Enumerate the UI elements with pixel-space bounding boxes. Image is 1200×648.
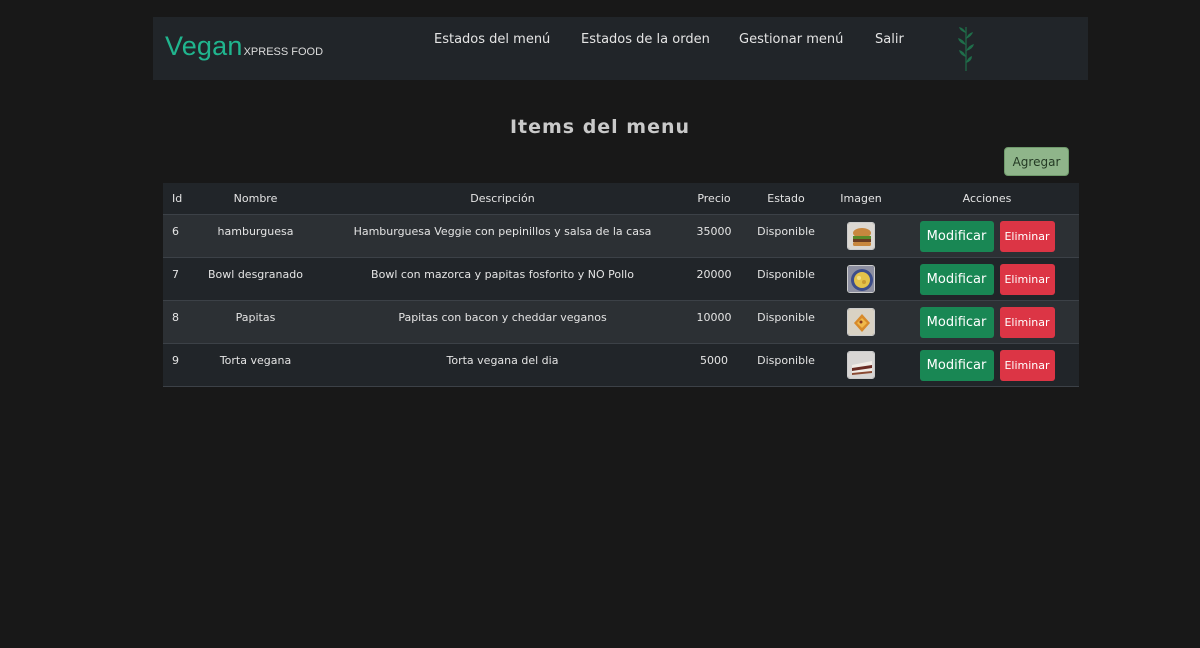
table-row: 8 Papitas Papitas con bacon y cheddar ve… <box>163 300 1079 344</box>
cell-actions: Modificar Eliminar <box>895 257 1079 301</box>
table-row: 6 hamburguesa Hamburguesa Veggie con pep… <box>163 214 1079 258</box>
delete-button[interactable]: Eliminar <box>999 349 1055 381</box>
cell-actions: Modificar Eliminar <box>895 214 1079 258</box>
modify-button[interactable]: Modificar <box>919 220 994 252</box>
fries-thumbnail <box>847 307 875 336</box>
header-image: Imagen <box>827 183 895 215</box>
brand-name: Vegan <box>165 31 243 61</box>
menu-items-table: Id Nombre Descripción Precio Estado Imag… <box>163 183 1079 387</box>
cell-actions: Modificar Eliminar <box>895 343 1079 387</box>
cell-description: Papitas con bacon y cheddar veganos <box>322 300 683 344</box>
modify-button[interactable]: Modificar <box>919 306 994 338</box>
header-actions: Acciones <box>895 183 1079 215</box>
page-title: Items del menu <box>509 116 691 138</box>
cell-status: Disponible <box>745 343 827 387</box>
herb-leaf-icon <box>954 23 978 73</box>
cell-name: Bowl desgranado <box>189 257 322 301</box>
header-name: Nombre <box>189 183 322 215</box>
cell-status: Disponible <box>745 257 827 301</box>
cell-image <box>827 343 895 387</box>
delete-button[interactable]: Eliminar <box>999 263 1055 295</box>
header-status: Estado <box>745 183 827 215</box>
cell-name: Papitas <box>189 300 322 344</box>
cell-actions: Modificar Eliminar <box>895 300 1079 344</box>
nav-link-order-states[interactable]: Estados de la orden <box>581 32 710 47</box>
cell-name: Torta vegana <box>189 343 322 387</box>
cell-price: 20000 <box>683 257 745 301</box>
cell-id: 7 <box>163 257 189 301</box>
cell-image <box>827 300 895 344</box>
cell-description: Bowl con mazorca y papitas fosforito y N… <box>322 257 683 301</box>
modify-button[interactable]: Modificar <box>919 349 994 381</box>
header-id: Id <box>163 183 189 215</box>
delete-button[interactable]: Eliminar <box>999 220 1055 252</box>
nav-link-logout[interactable]: Salir <box>875 32 904 47</box>
table-header-row: Id Nombre Descripción Precio Estado Imag… <box>163 183 1079 215</box>
cell-price: 5000 <box>683 343 745 387</box>
delete-button[interactable]: Eliminar <box>999 306 1055 338</box>
navbar: Vegan XPRESS FOOD Estados del menú Estad… <box>153 17 1088 80</box>
bowl-thumbnail <box>847 264 875 293</box>
brand-tagline: XPRESS FOOD <box>243 46 324 58</box>
cell-description: Hamburguesa Veggie con pepinillos y sals… <box>322 214 683 258</box>
cell-image <box>827 257 895 301</box>
cell-id: 6 <box>163 214 189 258</box>
brand-logo[interactable]: Vegan XPRESS FOOD <box>165 31 323 62</box>
cell-status: Disponible <box>745 300 827 344</box>
header-description: Descripción <box>322 183 683 215</box>
header-price: Precio <box>683 183 745 215</box>
cell-id: 8 <box>163 300 189 344</box>
cell-id: 9 <box>163 343 189 387</box>
nav-link-manage-menu[interactable]: Gestionar menú <box>739 32 843 47</box>
cell-name: hamburguesa <box>189 214 322 258</box>
table-row: 9 Torta vegana Torta vegana del dia 5000… <box>163 343 1079 387</box>
cell-image <box>827 214 895 258</box>
add-item-button[interactable]: Agregar <box>1004 147 1069 176</box>
cake-thumbnail <box>847 350 875 379</box>
burger-thumbnail <box>847 221 875 250</box>
table-row: 7 Bowl desgranado Bowl con mazorca y pap… <box>163 257 1079 301</box>
cell-status: Disponible <box>745 214 827 258</box>
nav-link-menu-states[interactable]: Estados del menú <box>434 32 550 47</box>
cell-price: 10000 <box>683 300 745 344</box>
cell-description: Torta vegana del dia <box>322 343 683 387</box>
cell-price: 35000 <box>683 214 745 258</box>
modify-button[interactable]: Modificar <box>919 263 994 295</box>
